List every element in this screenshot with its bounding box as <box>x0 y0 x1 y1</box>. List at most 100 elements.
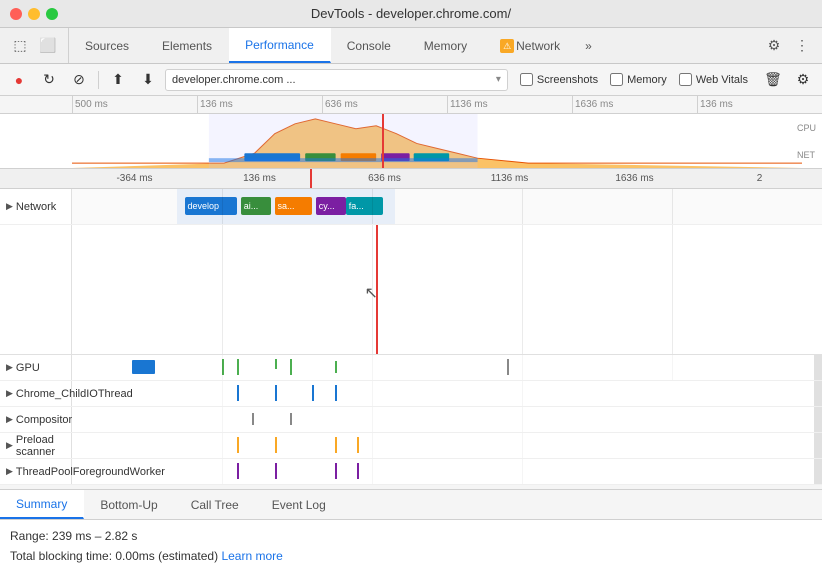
network-track-label[interactable]: ▶ Network <box>0 189 72 224</box>
child-io-track: ▶ Chrome_ChildIOThread <box>0 381 822 407</box>
compositor-spark <box>252 413 254 425</box>
time-ruler: -364 ms 136 ms 636 ms 1136 ms 1636 ms 2 <box>0 169 822 189</box>
close-button[interactable] <box>10 8 22 20</box>
network-track: ▶ Network develop ai... sa... cy... <box>0 189 822 225</box>
web-vitals-checkbox[interactable]: Web Vitals <box>679 73 748 86</box>
url-dropdown-icon[interactable]: ▾ <box>496 74 501 85</box>
compositor-label[interactable]: ▶ Compositor <box>0 407 72 432</box>
memory-checkbox[interactable]: Memory <box>610 73 667 86</box>
net-bar-sa[interactable]: sa... <box>275 197 313 215</box>
tab-elements[interactable]: Elements <box>146 28 229 63</box>
preload-track: ▶ Preload scanner <box>0 433 822 459</box>
child-io-spark <box>275 385 277 401</box>
tab-summary[interactable]: Summary <box>0 490 84 519</box>
tab-call-tree[interactable]: Call Tree <box>175 490 256 519</box>
threadpool-expand-icon: ▶ <box>6 466 13 477</box>
window-title: DevTools - developer.chrome.com/ <box>311 6 511 21</box>
toolbar-settings-icon[interactable]: ⚙ <box>790 67 816 93</box>
gpu-track-label[interactable]: ▶ GPU <box>0 355 72 380</box>
time-mark-0: -364 ms <box>72 173 197 184</box>
learn-more-link[interactable]: Learn more <box>221 549 282 563</box>
ruler-mark-4: 1636 ms <box>572 96 697 114</box>
tab-bottom-up[interactable]: Bottom-Up <box>84 490 174 519</box>
time-mark-2: 636 ms <box>322 173 447 184</box>
threadpool-label[interactable]: ▶ ThreadPoolForegroundWorker <box>0 459 72 484</box>
tab-performance[interactable]: Performance <box>229 28 331 63</box>
download-button[interactable]: ⬇ <box>135 67 161 93</box>
time-mark-1: 136 ms <box>197 173 322 184</box>
compositor-spark <box>290 413 292 425</box>
ruler-mark-5: 136 ms <box>697 96 822 114</box>
gpu-bar <box>132 360 155 374</box>
tab-console[interactable]: Console <box>331 28 408 63</box>
preload-label[interactable]: ▶ Preload scanner <box>0 433 72 458</box>
toolbar-checkboxes: Screenshots Memory Web Vitals <box>512 73 756 86</box>
ruler-mark-0: 500 ms <box>72 96 197 114</box>
flame-chart-content: ↖ <box>72 225 822 354</box>
ruler-mark-3: 1136 ms <box>447 96 572 114</box>
delete-button[interactable]: 🗑 <box>760 67 786 93</box>
threadpool-track: ▶ ThreadPoolForegroundWorker <box>0 459 822 485</box>
record-button[interactable]: ● <box>6 67 32 93</box>
reload-button[interactable]: ↻ <box>36 67 62 93</box>
grid-line <box>372 189 373 224</box>
grid-line <box>522 355 523 380</box>
gpu-spark <box>237 359 239 375</box>
child-io-spark <box>237 385 239 401</box>
child-io-spark <box>312 385 314 401</box>
net-bar-cy[interactable]: cy... <box>316 197 346 215</box>
grid-line <box>222 381 223 406</box>
ruler-mark-2: 636 ms <box>322 96 447 114</box>
time-mark-3: 1136 ms <box>447 173 572 184</box>
maximize-button[interactable] <box>46 8 58 20</box>
threadpool-spark <box>357 463 359 479</box>
grid-line <box>522 407 523 432</box>
device-icon[interactable]: ⬜ <box>36 34 60 58</box>
url-bar: developer.chrome.com ... ▾ <box>165 69 508 91</box>
clear-button[interactable]: ⊘ <box>66 67 92 93</box>
net-bar-fa[interactable]: fa... <box>346 197 384 215</box>
tab-sources[interactable]: Sources <box>69 28 146 63</box>
cpu-net-chart[interactable]: CPU NET <box>0 114 822 169</box>
tab-network[interactable]: ⚠ Network <box>484 28 577 63</box>
url-text: developer.chrome.com ... <box>172 74 296 86</box>
grid-line <box>672 189 673 224</box>
child-io-label[interactable]: ▶ Chrome_ChildIOThread <box>0 381 72 406</box>
titlebar: DevTools - developer.chrome.com/ <box>0 0 822 28</box>
grid-line <box>222 225 223 354</box>
tab-event-log[interactable]: Event Log <box>256 490 343 519</box>
bottom-panel: Summary Bottom-Up Call Tree Event Log Ra… <box>0 489 822 572</box>
flame-chart-label-area <box>0 225 72 354</box>
preload-spark <box>237 437 239 453</box>
grid-line <box>522 381 523 406</box>
tab-memory[interactable]: Memory <box>408 28 484 63</box>
settings-icon[interactable]: ⚙ <box>762 34 786 58</box>
time-cursor <box>382 114 384 168</box>
more-tabs-button[interactable]: » <box>577 28 600 63</box>
minimize-button[interactable] <box>28 8 40 20</box>
grid-line <box>222 459 223 484</box>
threadpool-spark <box>275 463 277 479</box>
grid-line <box>222 189 223 224</box>
net-bar-ai[interactable]: ai... <box>241 197 271 215</box>
inspect-icon[interactable]: ⬚ <box>8 34 32 58</box>
network-track-content: develop ai... sa... cy... fa... <box>72 189 822 224</box>
threadpool-spark <box>237 463 239 479</box>
net-bar-develop[interactable]: develop <box>185 197 238 215</box>
upload-button[interactable]: ⬆ <box>105 67 131 93</box>
gpu-track: ▶ GPU <box>0 355 822 381</box>
preload-spark <box>357 437 359 453</box>
range-row: Range: 239 ms – 2.82 s <box>10 526 812 546</box>
blocking-time-row: Total blocking time: 0.00ms (estimated) … <box>10 546 812 566</box>
grid-line <box>222 407 223 432</box>
ruler-mark-1: 136 ms <box>197 96 322 114</box>
compositor-content <box>72 407 822 432</box>
overview-ruler: 500 ms 136 ms 636 ms 1136 ms 1636 ms 136… <box>0 96 822 114</box>
screenshots-checkbox[interactable]: Screenshots <box>520 73 598 86</box>
bottom-content: Range: 239 ms – 2.82 s Total blocking ti… <box>0 520 822 572</box>
expand-icon: ▶ <box>6 201 13 212</box>
grid-line <box>222 355 223 380</box>
flame-chart-area: ↖ <box>0 225 822 355</box>
ruler-marks: 500 ms 136 ms 636 ms 1136 ms 1636 ms 136… <box>0 96 822 114</box>
more-options-icon[interactable]: ⋮ <box>790 34 814 58</box>
